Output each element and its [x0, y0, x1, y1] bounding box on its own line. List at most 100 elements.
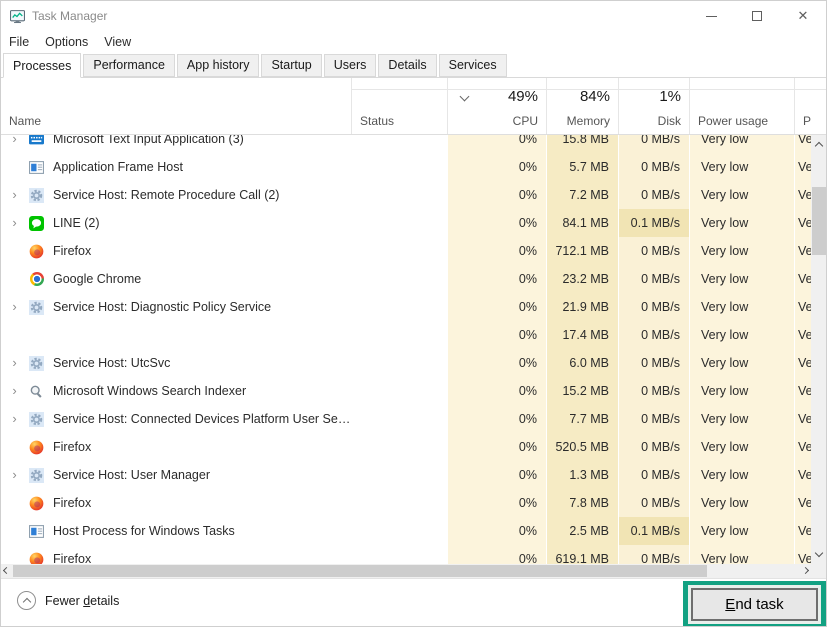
status-cell — [351, 237, 447, 265]
process-name: Microsoft Windows Search Indexer — [53, 377, 246, 405]
process-row[interactable]: ›Service Host: Diagnostic Policy Service… — [1, 293, 811, 321]
power-usage-cell: Very low — [689, 545, 794, 564]
fewer-details-button[interactable]: Fewer details — [17, 591, 119, 610]
titlebar[interactable]: Task Manager ✕ — [1, 1, 826, 31]
process-name-cell[interactable]: ›Service Host: Diagnostic Policy Service — [1, 293, 351, 321]
expand-chevron-icon[interactable]: › — [8, 377, 21, 405]
process-row[interactable]: Google Chrome0%23.2 MB0 MB/sVery lowVe — [1, 265, 811, 293]
menu-view[interactable]: View — [104, 35, 131, 49]
scroll-up-icon[interactable] — [815, 142, 823, 150]
process-name-cell[interactable]: Application Frame Host — [1, 153, 351, 181]
gear-icon — [29, 412, 44, 427]
expand-chevron-icon[interactable]: › — [8, 135, 21, 153]
disk-cell: 0 MB/s — [618, 293, 689, 321]
process-row[interactable]: ›Service Host: User Manager0%1.3 MB0 MB/… — [1, 461, 811, 489]
cpu-cell: 0% — [447, 349, 546, 377]
process-name: Firefox — [53, 433, 91, 461]
process-row[interactable]: ›Service Host: Remote Procedure Call (2)… — [1, 181, 811, 209]
process-row[interactable]: Firefox0%7.8 MB0 MB/sVery lowVe — [1, 489, 811, 517]
column-header-status[interactable]: Status — [351, 78, 447, 134]
process-name-cell[interactable]: Google Chrome — [1, 265, 351, 293]
power-usage-trend-cell: Ve — [794, 209, 811, 237]
status-cell — [351, 265, 447, 293]
maximize-icon — [752, 11, 762, 21]
expand-chevron-icon[interactable]: › — [8, 405, 21, 433]
cpu-cell: 0% — [447, 489, 546, 517]
process-row[interactable]: Firefox0%520.5 MB0 MB/sVery lowVe — [1, 433, 811, 461]
process-name-cell[interactable]: Host Process for Windows Tasks — [1, 517, 351, 545]
scroll-right-icon[interactable] — [802, 567, 809, 574]
process-name: Application Frame Host — [53, 153, 183, 181]
process-name-cell[interactable] — [1, 321, 351, 349]
process-row[interactable]: ›Service Host: UtcSvc0%6.0 MB0 MB/sVery … — [1, 349, 811, 377]
process-row[interactable]: ›Microsoft Windows Search Indexer0%15.2 … — [1, 377, 811, 405]
power-usage-trend-cell: Ve — [794, 181, 811, 209]
cpu-cell: 0% — [447, 181, 546, 209]
process-row[interactable]: Application Frame Host0%5.7 MB0 MB/sVery… — [1, 153, 811, 181]
column-header-power-usage-trend[interactable]: Pow — [794, 78, 811, 134]
memory-cell: 7.2 MB — [546, 181, 618, 209]
tab-startup[interactable]: Startup — [261, 54, 321, 77]
tab-users[interactable]: Users — [324, 54, 377, 77]
window-title: Task Manager — [32, 9, 107, 23]
process-name-cell[interactable]: Firefox — [1, 237, 351, 265]
expand-chevron-icon[interactable]: › — [8, 461, 21, 489]
power-usage-cell: Very low — [689, 517, 794, 545]
process-name: Service Host: Connected Devices Platform… — [53, 405, 351, 433]
tab-performance[interactable]: Performance — [83, 54, 175, 77]
cpu-cell: 0% — [447, 433, 546, 461]
power-usage-trend-cell: Ve — [794, 405, 811, 433]
status-cell — [351, 489, 447, 517]
process-name-cell[interactable]: ›Service Host: User Manager — [1, 461, 351, 489]
process-name-cell[interactable]: Firefox — [1, 489, 351, 517]
process-row[interactable]: › Service Host: Connected Devices Platfor… — [1, 405, 811, 433]
process-row[interactable]: Firefox0%712.1 MB0 MB/sVery lowVe — [1, 237, 811, 265]
tab-app-history[interactable]: App history — [177, 54, 260, 77]
power-usage-trend-cell: Ve — [794, 461, 811, 489]
horizontal-scrollbar-thumb[interactable] — [13, 565, 707, 577]
end-task-button[interactable]: End task — [691, 588, 818, 621]
column-header-row: Name Status 49% CPU 84% Memory 1% Disk P… — [1, 78, 811, 134]
process-row[interactable]: Firefox0%619.1 MB0 MB/sVery lowVe — [1, 545, 811, 564]
process-name-cell[interactable]: ›LINE (2) — [1, 209, 351, 237]
process-row[interactable]: Host Process for Windows Tasks0%2.5 MB0.… — [1, 517, 811, 545]
tab-processes[interactable]: Processes — [3, 53, 81, 78]
expand-chevron-icon[interactable]: › — [8, 209, 21, 237]
vertical-scrollbar[interactable] — [811, 135, 827, 564]
column-header-power-usage[interactable]: Power usage — [689, 78, 794, 134]
scroll-down-icon[interactable] — [815, 549, 823, 557]
process-row[interactable]: 0%17.4 MB0 MB/sVery lowVe — [1, 321, 811, 349]
power-usage-trend-cell: Ve — [794, 237, 811, 265]
column-header-memory[interactable]: 84% Memory — [546, 78, 618, 134]
tab-details[interactable]: Details — [378, 54, 436, 77]
column-header-disk[interactable]: 1% Disk — [618, 78, 689, 134]
process-name-cell[interactable]: ›Service Host: UtcSvc — [1, 349, 351, 377]
process-name-cell[interactable]: ›Service Host: Remote Procedure Call (2) — [1, 181, 351, 209]
expand-chevron-icon[interactable]: › — [8, 293, 21, 321]
memory-cell: 21.9 MB — [546, 293, 618, 321]
column-header-cpu[interactable]: 49% CPU — [447, 78, 546, 134]
expand-chevron-icon[interactable]: › — [8, 181, 21, 209]
power-usage-cell: Very low — [689, 293, 794, 321]
maximize-button[interactable] — [734, 1, 780, 31]
process-row[interactable]: ›Microsoft Text Input Application (3)0%1… — [1, 135, 811, 153]
close-button[interactable]: ✕ — [780, 1, 826, 31]
menu-options[interactable]: Options — [45, 35, 88, 49]
tab-services[interactable]: Services — [439, 54, 507, 77]
process-name-cell[interactable]: › Microsoft Windows Search Indexer — [1, 377, 351, 405]
disk-cell: 0.1 MB/s — [618, 209, 689, 237]
process-name-cell[interactable]: ›Microsoft Text Input Application (3) — [1, 135, 351, 153]
column-header-name[interactable]: Name — [1, 78, 351, 134]
process-name-cell[interactable]: Firefox — [1, 433, 351, 461]
expand-chevron-icon[interactable]: › — [8, 349, 21, 377]
process-row[interactable]: ›LINE (2)0%84.1 MB0.1 MB/sVery lowVe — [1, 209, 811, 237]
status-cell — [351, 181, 447, 209]
vertical-scrollbar-thumb[interactable] — [812, 187, 827, 255]
scroll-left-icon[interactable] — [3, 567, 10, 574]
minimize-button[interactable] — [688, 1, 734, 31]
menu-file[interactable]: File — [9, 35, 29, 49]
process-name-cell[interactable]: Firefox — [1, 545, 351, 564]
process-name-cell[interactable]: › Service Host: Connected Devices Platfor… — [1, 405, 351, 433]
horizontal-scrollbar[interactable] — [1, 564, 811, 578]
power-usage-trend-cell: Ve — [794, 517, 811, 545]
